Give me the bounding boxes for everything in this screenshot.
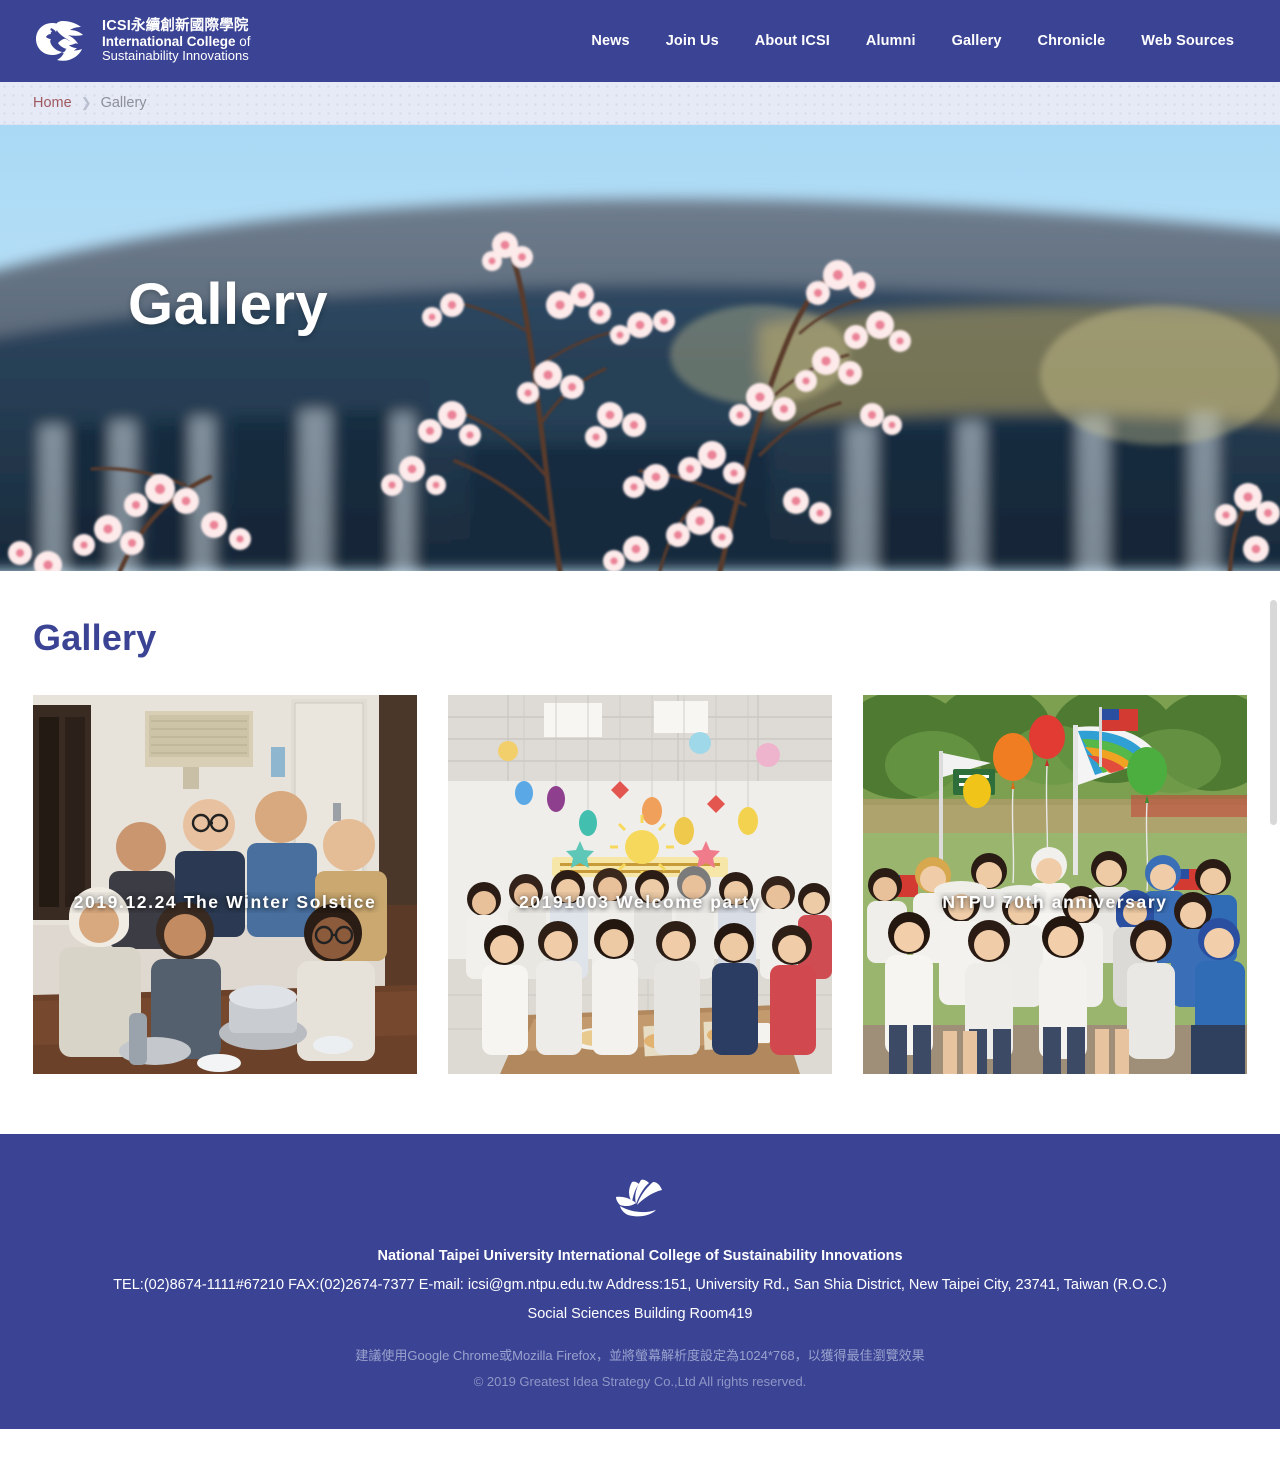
nav-item-alumni[interactable]: Alumni <box>848 33 934 49</box>
chevron-right-icon: ❯ <box>80 95 92 110</box>
nav-item-about-icsi[interactable]: About ICSI <box>737 33 848 49</box>
brand-line-sustainability: Sustainability Innovations <box>102 48 249 64</box>
hero-image <box>0 125 1280 571</box>
nav-item-chronicle[interactable]: Chronicle <box>1020 33 1124 49</box>
footer-contact: TEL:(02)8674-1111#67210 FAX:(02)2674-737… <box>113 1277 1167 1293</box>
hero-title: Gallery <box>128 272 329 337</box>
breadcrumb-home-link[interactable]: Home <box>33 95 72 111</box>
globe-wave-icon <box>30 18 92 64</box>
brand-line-of: of <box>235 34 251 50</box>
site-header: ICSI永續創新國際學院 International College of Su… <box>0 0 1280 82</box>
gallery-image-welcome-party <box>448 695 832 1074</box>
leaf-wave-icon <box>608 1176 672 1220</box>
breadcrumb: Home ❯ Gallery <box>33 95 147 111</box>
brand-line-college: International College <box>102 34 236 50</box>
footer-room: Social Sciences Building Room419 <box>527 1306 753 1322</box>
nav-item-gallery[interactable]: Gallery <box>934 33 1020 49</box>
main-navigation: News Join Us About ICSI Alumni Gallery C… <box>573 0 1252 82</box>
nav-item-web-sources[interactable]: Web Sources <box>1123 33 1252 49</box>
gallery-card-winter-solstice[interactable]: 2019.12.24 The Winter Solstice <box>33 695 417 1074</box>
footer-browser-note: 建議使用Google Chrome或Mozilla Firefox，並將螢幕解析… <box>355 1348 925 1363</box>
gallery-card-welcome-party[interactable]: 20191003 Welcome party <box>448 695 832 1074</box>
footer-copyright: © 2019 Greatest Idea Strategy Co.,Ltd Al… <box>473 1374 807 1389</box>
gallery-image-ntpu-70th <box>863 695 1247 1074</box>
gallery-grid: 2019.12.24 The Winter Solstice 20191003 … <box>33 695 1247 1074</box>
brand-logo-link[interactable]: ICSI永續創新國際學院 International College of Su… <box>30 18 251 64</box>
breadcrumb-current: Gallery <box>100 95 147 111</box>
gallery-card-ntpu-70th[interactable]: NTPU 70th anniversary <box>863 695 1247 1074</box>
nav-item-join-us[interactable]: Join Us <box>648 33 737 49</box>
main-content: Gallery 2019.12.24 The Winter Solstice 2… <box>0 617 1280 1134</box>
hero-banner: Gallery <box>0 125 1280 571</box>
brand-line-chinese: ICSI永續創新國際學院 <box>102 18 249 35</box>
page-title: Gallery <box>33 617 157 658</box>
site-footer: National Taipei University International… <box>0 1134 1280 1429</box>
page-scrollbar[interactable] <box>1270 600 1277 825</box>
footer-organization: National Taipei University International… <box>377 1248 903 1264</box>
gallery-image-winter-solstice <box>33 695 417 1074</box>
nav-item-news[interactable]: News <box>573 33 647 49</box>
breadcrumb-bar: Home ❯ Gallery <box>0 82 1280 125</box>
